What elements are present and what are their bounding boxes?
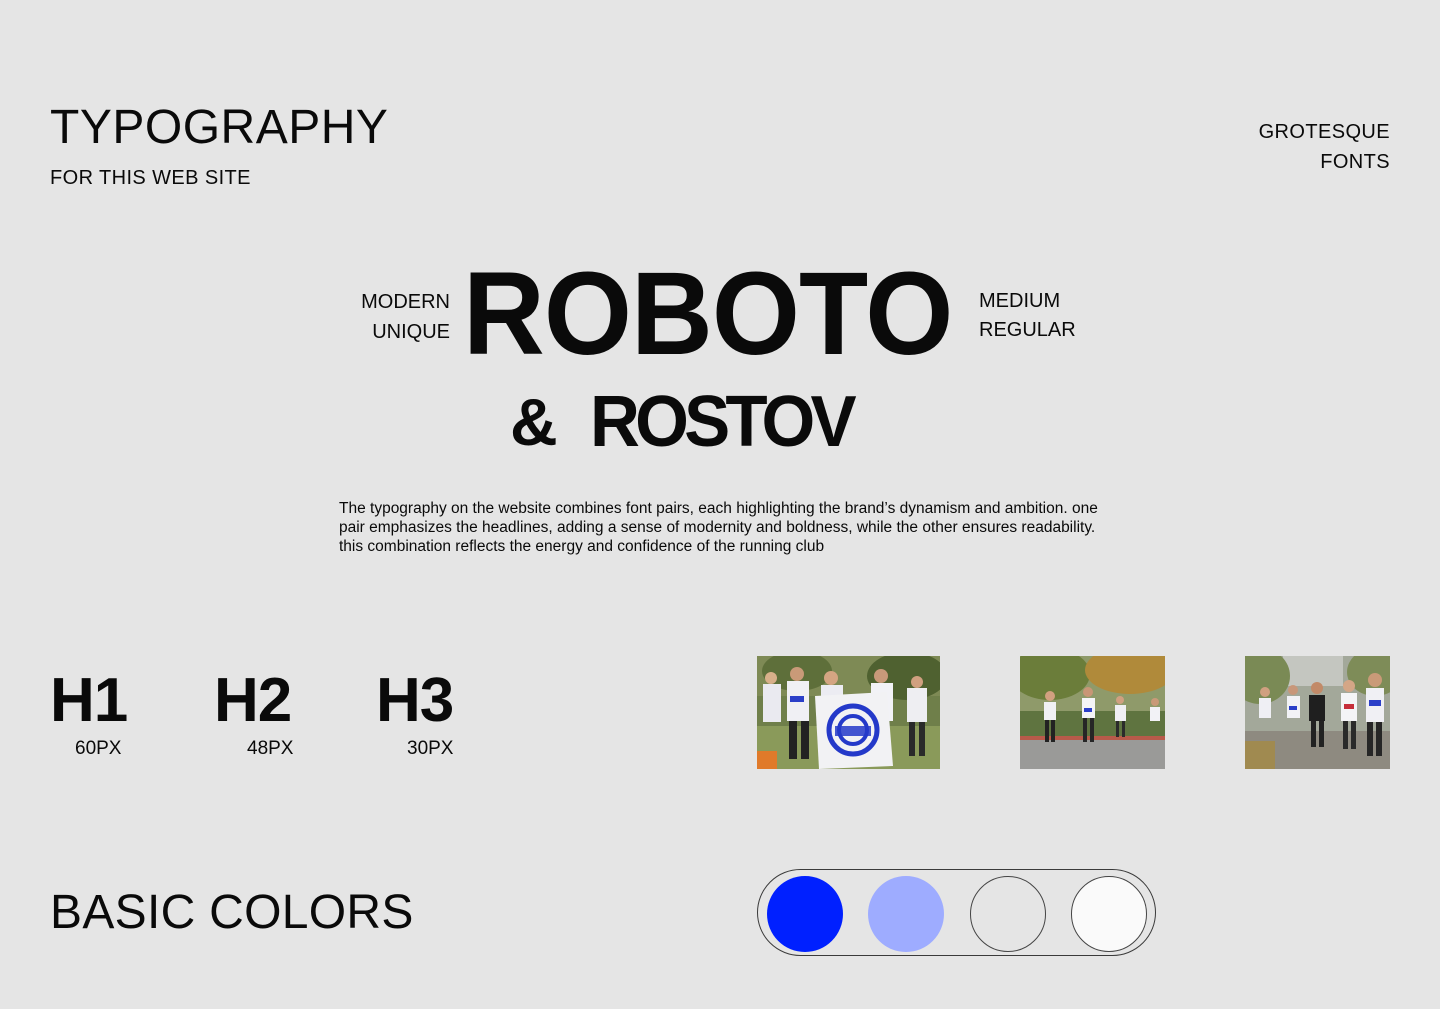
heading-size: 48PX: [247, 738, 294, 759]
secondary-font-row: & ROSTOV: [510, 384, 862, 460]
page-subtitle: FOR THIS WEB SITE: [50, 167, 251, 189]
basic-colors-title: BASIC COLORS: [50, 886, 414, 939]
heading-sample-h3: H3 30PX: [376, 666, 486, 760]
photo-runners-with-flag: [757, 656, 940, 769]
color-palette: [757, 869, 1156, 956]
typography-description: The typography on the website combines f…: [339, 500, 1098, 555]
descriptor-unique: UNIQUE: [372, 321, 450, 343]
photo-marathon-runners: [1245, 656, 1390, 769]
heading-sample-h1: H1 60PX: [50, 666, 160, 760]
heading-size: 30PX: [407, 738, 454, 759]
font-kind-line: GROTESQUE: [1258, 121, 1390, 143]
secondary-font-name: ROSTOV: [589, 382, 857, 462]
ampersand: &: [510, 385, 558, 459]
heading-size: 60PX: [75, 738, 122, 759]
heading-sample-h2: H2 48PX: [214, 666, 324, 760]
heading-label: H3: [376, 666, 454, 735]
heading-label: H1: [50, 666, 128, 735]
font-descriptors-left: MODERN UNIQUE: [361, 287, 450, 347]
font-kind-line: FONTS: [1320, 151, 1390, 173]
font-kind-label: GROTESQUE FONTS: [1259, 117, 1390, 177]
weight-medium: MEDIUM: [979, 290, 1061, 312]
heading-label: H2: [214, 666, 292, 735]
color-swatch-light-gray: [970, 876, 1046, 952]
color-swatch-light-blue: [868, 876, 944, 952]
descriptor-modern: MODERN: [361, 291, 450, 313]
primary-font-name: ROBOTO: [463, 248, 953, 380]
color-swatch-primary-blue: [767, 876, 843, 952]
photo-runners-on-road: [1020, 656, 1165, 769]
weight-regular: REGULAR: [979, 319, 1076, 341]
page-title: TYPOGRAPHY: [50, 101, 389, 154]
font-weights-right: MEDIUM REGULAR: [979, 287, 1076, 345]
color-swatch-white: [1071, 876, 1147, 952]
